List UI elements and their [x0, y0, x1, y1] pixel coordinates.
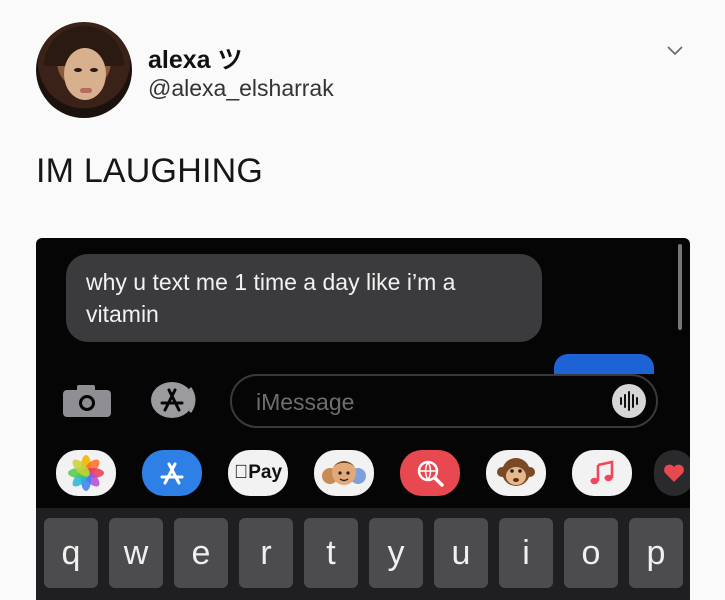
key-y[interactable]: y — [369, 518, 423, 588]
key-o[interactable]: o — [564, 518, 618, 588]
author-name[interactable]: alexa ツ — [148, 40, 243, 76]
message-placeholder: iMessage — [256, 389, 355, 415]
avatar[interactable] — [36, 22, 132, 118]
imessage-screenshot: why u text me 1 time a day like i’m a vi… — [36, 238, 690, 600]
sent-message-bubble — [554, 354, 654, 374]
incoming-message-bubble: why u text me 1 time a day like i’m a vi… — [66, 254, 542, 342]
app-store-tray-icon[interactable] — [142, 450, 202, 496]
audio-record-icon[interactable] — [612, 384, 646, 418]
author-handle[interactable]: @alexa_elsharrak — [148, 75, 334, 102]
memoji-icon[interactable] — [314, 450, 374, 496]
monkey-animoji-icon[interactable] — [486, 450, 546, 496]
key-t[interactable]: t — [304, 518, 358, 588]
key-q[interactable]: q — [44, 518, 98, 588]
key-p[interactable]: p — [629, 518, 683, 588]
key-i[interactable]: i — [499, 518, 553, 588]
keyboard: q w e r t y u i o p — [36, 508, 690, 600]
key-w[interactable]: w — [109, 518, 163, 588]
music-icon[interactable] — [572, 450, 632, 496]
scroll-indicator — [678, 244, 682, 330]
key-e[interactable]: e — [174, 518, 228, 588]
key-r[interactable]: r — [239, 518, 293, 588]
app-store-icon[interactable] — [148, 378, 202, 422]
heart-icon[interactable] — [654, 450, 690, 496]
chevron-down-icon[interactable] — [666, 42, 684, 60]
camera-icon[interactable] — [62, 384, 112, 418]
tweet-text: IM LAUGHING — [36, 152, 264, 190]
message-input[interactable]: iMessage — [230, 374, 658, 428]
web-search-icon[interactable] — [400, 450, 460, 496]
photos-icon[interactable] — [56, 450, 116, 496]
apple-pay-label: Pay — [234, 462, 282, 483]
key-u[interactable]: u — [434, 518, 488, 588]
apple-pay-icon[interactable]: Pay — [228, 450, 288, 496]
